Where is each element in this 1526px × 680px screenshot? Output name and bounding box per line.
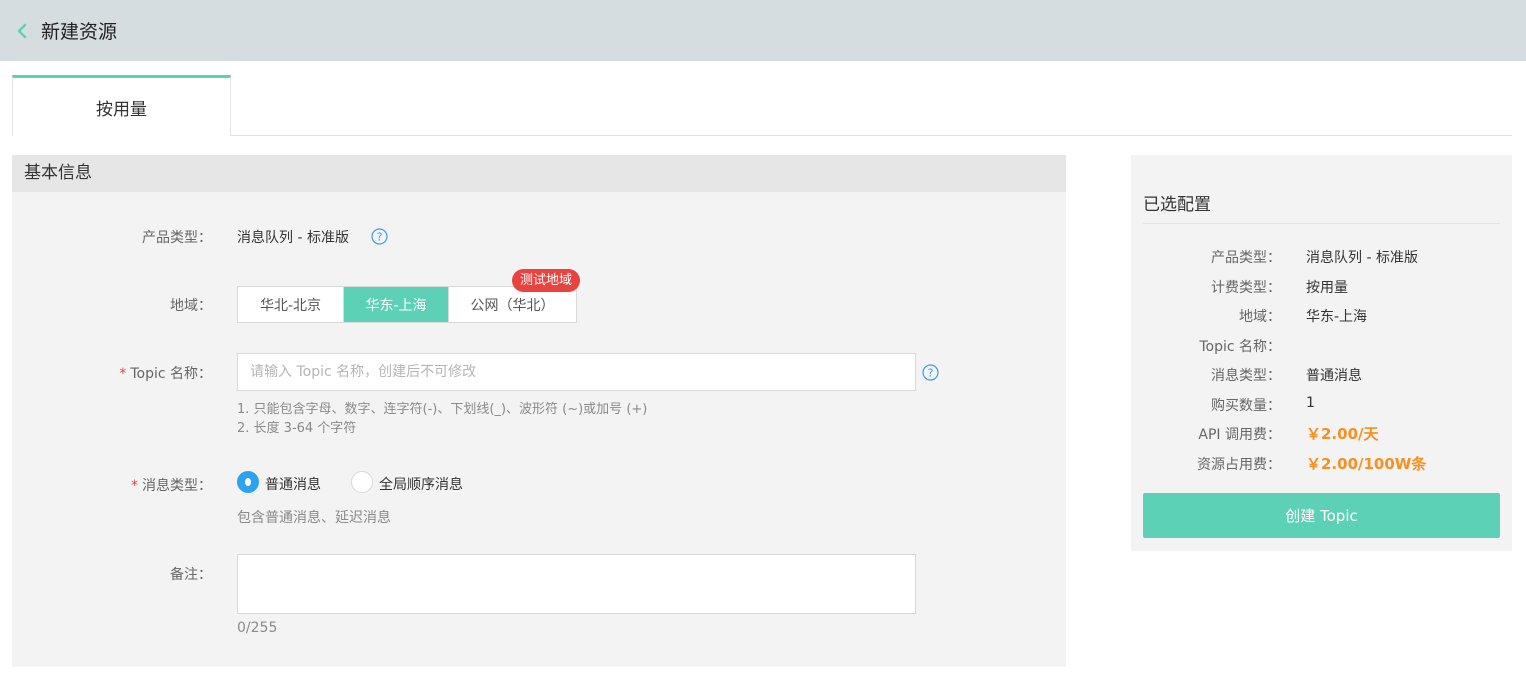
resource-fee-value: ￥2.00/100W条 — [1306, 455, 1427, 473]
radio-ordered-message-label[interactable]: 全局顺序消息 — [379, 474, 463, 494]
question-circle-icon[interactable]: ? — [371, 228, 388, 245]
create-topic-button[interactable]: 创建 Topic — [1143, 493, 1500, 538]
selected-config-panel: 已选配置 产品类型： 消息队列 - 标准版 计费类型： 按用量 地域： 华东-上… — [1131, 155, 1512, 551]
radio-normal-message[interactable] — [237, 471, 259, 493]
summary-value: 1 — [1306, 395, 1315, 411]
test-region-badge: 测试地域 — [512, 269, 581, 292]
region-option-shanghai[interactable]: 华东-上海 — [343, 287, 448, 322]
tab-bar: 按用量 — [12, 75, 1512, 136]
summary-label: 地域： — [1239, 309, 1281, 325]
chevron-left-icon[interactable] — [14, 23, 30, 39]
product-type-value: 消息队列 - 标准版 — [237, 230, 349, 246]
summary-value: 普通消息 — [1306, 368, 1362, 384]
topic-name-hint-2: 2. 长度 3-64 个字符 — [237, 421, 357, 436]
required-mark: * — [131, 478, 138, 494]
page-title: 新建资源 — [41, 21, 118, 43]
summary-label: 产品类型： — [1211, 250, 1281, 266]
summary-title: 已选配置 — [1143, 195, 1211, 215]
summary-label: Topic 名称： — [1199, 339, 1281, 355]
message-type-hint: 包含普通消息、延迟消息 — [237, 510, 391, 526]
section-title: 基本信息 — [12, 155, 1066, 192]
tab-usage[interactable]: 按用量 — [12, 75, 231, 136]
divider — [1143, 223, 1500, 224]
svg-text:?: ? — [928, 367, 934, 380]
remark-label: 备注： — [170, 567, 212, 583]
basic-info-panel: 基本信息 产品类型： 消息队列 - 标准版 ? 地域： 华北-北京 华东-上海 … — [12, 155, 1066, 667]
region-option-public[interactable]: 公网（华北） — [448, 287, 576, 322]
region-label: 地域： — [170, 298, 212, 314]
region-option-beijing[interactable]: 华北-北京 — [238, 287, 343, 322]
api-fee-value: ￥2.00/天 — [1306, 425, 1379, 443]
remark-textarea[interactable] — [237, 554, 916, 614]
summary-value: 华东-上海 — [1306, 309, 1368, 325]
remark-counter: 0/255 — [237, 620, 278, 636]
summary-value: 按用量 — [1306, 280, 1348, 296]
radio-normal-message-label[interactable]: 普通消息 — [265, 474, 321, 494]
summary-label: 资源占用费： — [1197, 457, 1281, 473]
message-type-label: * 消息类型： — [12, 475, 212, 495]
topic-name-input[interactable] — [237, 353, 916, 391]
required-mark: * — [119, 366, 127, 382]
topic-name-label-text: Topic 名称： — [130, 366, 212, 382]
question-circle-icon[interactable]: ? — [922, 364, 939, 381]
summary-label: 计费类型： — [1211, 280, 1281, 296]
summary-value: 消息队列 - 标准版 — [1306, 250, 1418, 266]
radio-ordered-message[interactable] — [351, 471, 373, 493]
summary-label: 消息类型： — [1211, 368, 1281, 384]
summary-label: 购买数量： — [1211, 398, 1281, 414]
topic-name-label: * Topic 名称： — [12, 363, 212, 383]
topic-name-hint-1: 1. 只能包含字母、数字、连字符(-)、下划线(_)、波形符 (~)或加号 (+… — [237, 402, 648, 417]
message-type-label-text: 消息类型： — [142, 478, 212, 494]
top-bar: 新建资源 — [0, 0, 1526, 61]
summary-label: API 调用费： — [1198, 427, 1281, 443]
svg-text:?: ? — [377, 231, 383, 244]
product-type-label: 产品类型： — [142, 230, 212, 246]
